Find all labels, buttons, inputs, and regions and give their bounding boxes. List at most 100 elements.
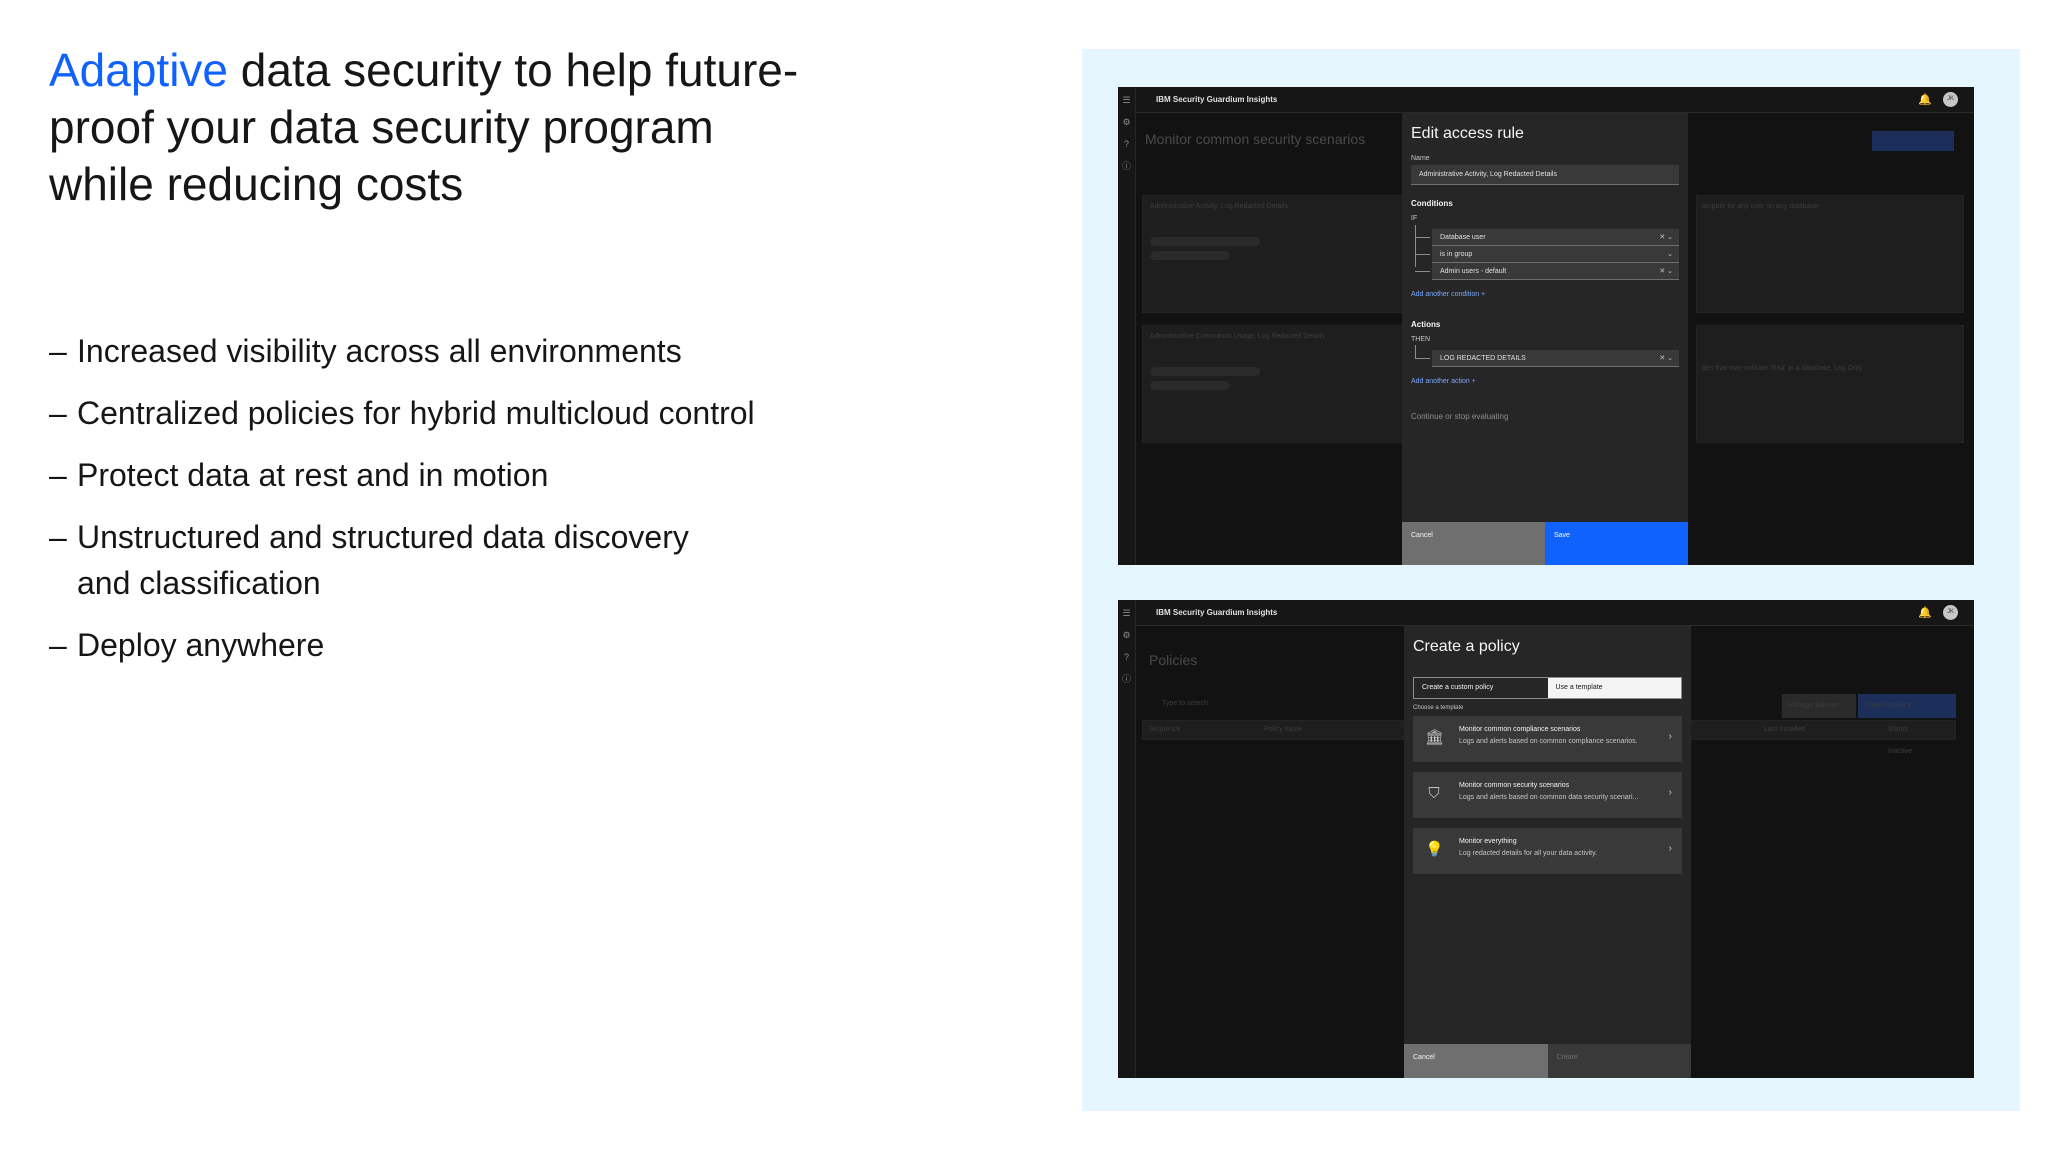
bg-tag xyxy=(1150,251,1230,260)
side-rail: ☰ ⚙ ? ⓘ xyxy=(1118,87,1136,565)
lightbulb-icon: 💡 xyxy=(1425,841,1444,858)
bg-tag xyxy=(1150,381,1230,390)
bg-create-button: Create a policy xyxy=(1864,702,1911,709)
template-tile-security[interactable]: ⛉ Monitor common security scenarios Logs… xyxy=(1413,772,1682,818)
bullet-dash: – xyxy=(49,519,67,555)
clear-chevron-icon[interactable]: ✕ ⌄ xyxy=(1659,263,1673,280)
bg-rule-title: Administrative Commands Usage, Log Redac… xyxy=(1150,333,1325,340)
bullet-list: – Increased visibility across all environ… xyxy=(49,328,869,684)
condition-branch xyxy=(1415,237,1430,238)
clear-chevron-icon[interactable]: ✕ ⌄ xyxy=(1659,350,1673,367)
bullet-item: – Increased visibility across all environ… xyxy=(49,328,869,374)
menu-icon[interactable]: ☰ xyxy=(1122,95,1132,105)
add-action-link[interactable]: Add another action + xyxy=(1411,378,1476,385)
chevron-right-icon: › xyxy=(1668,787,1672,798)
bullet-dash: – xyxy=(49,395,67,431)
template-tile-compliance[interactable]: 🏛 Monitor common compliance scenarios Lo… xyxy=(1413,716,1682,762)
condition-operator-select[interactable]: is in group ⌄ xyxy=(1432,246,1679,263)
building-icon: 🏛 xyxy=(1425,729,1445,746)
bullet-item: – Unstructured and structured data discov… xyxy=(49,514,749,606)
conditions-heading: Conditions xyxy=(1411,199,1453,208)
bg-manage-button: Manage policies xyxy=(1788,702,1839,709)
bg-page-title: Policies xyxy=(1149,652,1198,668)
condition-tree-line xyxy=(1415,225,1416,267)
add-condition-link[interactable]: Add another condition + xyxy=(1411,291,1485,298)
bg-col-status: Status xyxy=(1888,726,1908,733)
tab-custom-policy[interactable]: Create a custom policy xyxy=(1414,678,1548,698)
chevron-down-icon[interactable]: ⌄ xyxy=(1667,246,1673,263)
policy-type-switcher: Create a custom policy Use a template xyxy=(1413,677,1682,699)
headline-accent: Adaptive xyxy=(49,44,229,96)
avatar[interactable]: JK xyxy=(1943,605,1958,620)
bullet-item: – Deploy anywhere xyxy=(49,622,869,668)
tab-use-template[interactable]: Use a template xyxy=(1547,678,1681,698)
template-title: Monitor common compliance scenarios xyxy=(1459,726,1581,733)
chevron-right-icon: › xyxy=(1668,843,1672,854)
cancel-button[interactable]: Cancel xyxy=(1404,1044,1548,1078)
create-button[interactable]: Create xyxy=(1547,1044,1691,1078)
clear-chevron-icon[interactable]: ✕ ⌄ xyxy=(1659,229,1673,246)
if-label: IF xyxy=(1411,215,1418,222)
gear-icon[interactable]: ⚙ xyxy=(1122,630,1132,640)
bg-rule-card xyxy=(1696,195,1964,313)
side-rail: ☰ ⚙ ? ⓘ xyxy=(1118,600,1136,1078)
modal-footer: Cancel Save xyxy=(1402,522,1688,565)
chevron-right-icon: › xyxy=(1668,731,1672,742)
create-policy-modal: Create a policy Create a custom policy U… xyxy=(1404,626,1691,1078)
avatar[interactable]: JK xyxy=(1943,92,1958,107)
modal-footer: Cancel Create xyxy=(1404,1044,1691,1078)
actions-heading: Actions xyxy=(1411,320,1441,329)
save-button[interactable]: Save xyxy=(1545,522,1688,565)
bg-tag xyxy=(1150,237,1260,246)
headline: Adaptive data security to help future-pr… xyxy=(49,42,809,213)
bullet-item: – Protect data at rest and in motion xyxy=(49,452,869,498)
brand-name: IBM Security Guardium Insights xyxy=(1156,608,1278,617)
menu-icon[interactable]: ☰ xyxy=(1122,608,1132,618)
choose-template-label: Choose a template xyxy=(1413,705,1464,711)
shield-icon: ⛉ xyxy=(1428,785,1440,802)
name-field[interactable]: Administrative Activity, Log Redacted De… xyxy=(1411,165,1679,185)
bg-col-policy: Policy name xyxy=(1264,726,1303,733)
help-icon[interactable]: ? xyxy=(1122,139,1132,149)
action-select[interactable]: LOG REDACTED DETAILS ✕ ⌄ xyxy=(1432,350,1679,367)
bg-search: Type to search xyxy=(1162,700,1208,707)
condition-value-select[interactable]: Admin users - default ✕ ⌄ xyxy=(1432,263,1679,280)
bg-col-sequence: Sequence xyxy=(1149,726,1181,733)
info-icon[interactable]: ⓘ xyxy=(1122,161,1132,171)
bg-rule-title: ompute for any user on any database xyxy=(1702,203,1818,210)
create-policy-screenshot: ☰ ⚙ ? ⓘ IBM Security Guardium Insights 🔔… xyxy=(1118,600,1974,1078)
help-icon[interactable]: ? xyxy=(1122,652,1132,662)
action-branch xyxy=(1415,358,1430,359)
template-tile-everything[interactable]: 💡 Monitor everything Log redacted detail… xyxy=(1413,828,1682,874)
bg-rule-title: Administrative Activity, Log Redacted De… xyxy=(1150,203,1288,210)
bg-rule-card xyxy=(1696,325,1964,443)
template-description: Logs and alerts based on common complian… xyxy=(1459,738,1638,745)
name-label: Name xyxy=(1411,155,1430,162)
bullet-item: – Centralized policies for hybrid multicl… xyxy=(49,390,869,436)
template-description: Logs and alerts based on common data sec… xyxy=(1459,794,1639,801)
template-title: Monitor everything xyxy=(1459,838,1517,845)
cancel-button[interactable]: Cancel xyxy=(1402,522,1545,565)
edit-access-rule-screenshot: ☰ ⚙ ? ⓘ IBM Security Guardium Insights 🔔… xyxy=(1118,87,1974,565)
modal-title: Create a policy xyxy=(1413,638,1520,655)
top-bar: IBM Security Guardium Insights 🔔 JK xyxy=(1136,87,1974,113)
notification-icon[interactable]: 🔔 xyxy=(1918,606,1932,619)
info-icon[interactable]: ⓘ xyxy=(1122,674,1132,684)
bg-status-value: Inactive xyxy=(1888,748,1913,755)
top-bar: IBM Security Guardium Insights 🔔 JK xyxy=(1136,600,1974,626)
gear-icon[interactable]: ⚙ xyxy=(1122,117,1132,127)
continue-stop-label: Continue or stop evaluating xyxy=(1411,412,1509,421)
bullet-dash: – xyxy=(49,627,67,663)
template-description: Log redacted details for all your data a… xyxy=(1459,850,1598,857)
bullet-dash: – xyxy=(49,457,67,493)
bg-tag xyxy=(1150,367,1260,376)
screenshot-panel: ☰ ⚙ ? ⓘ IBM Security Guardium Insights 🔔… xyxy=(1082,49,2020,1111)
bg-primary-button xyxy=(1872,131,1954,151)
edit-access-rule-modal: Edit access rule Name Administrative Act… xyxy=(1402,113,1688,565)
modal-title: Edit access rule xyxy=(1411,125,1524,142)
action-tree-line xyxy=(1415,345,1416,358)
notification-icon[interactable]: 🔔 xyxy=(1918,93,1932,106)
then-label: THEN xyxy=(1411,336,1431,343)
condition-branch xyxy=(1415,271,1430,272)
condition-field-select[interactable]: Database user ✕ ⌄ xyxy=(1432,229,1679,246)
